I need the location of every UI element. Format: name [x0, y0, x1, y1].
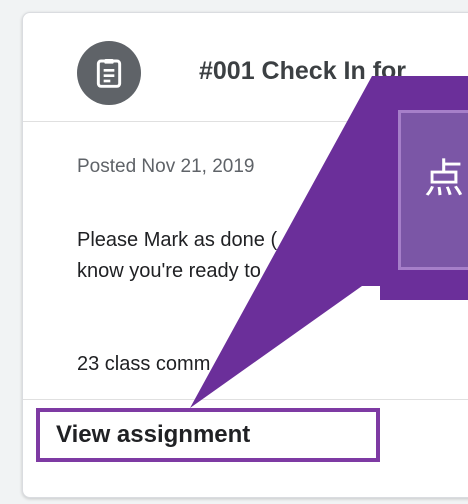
screenshot-stage: #001 Check In for Posted Nov 21, 2019 Pl…: [0, 0, 468, 504]
callout-text: 点: [424, 156, 464, 202]
